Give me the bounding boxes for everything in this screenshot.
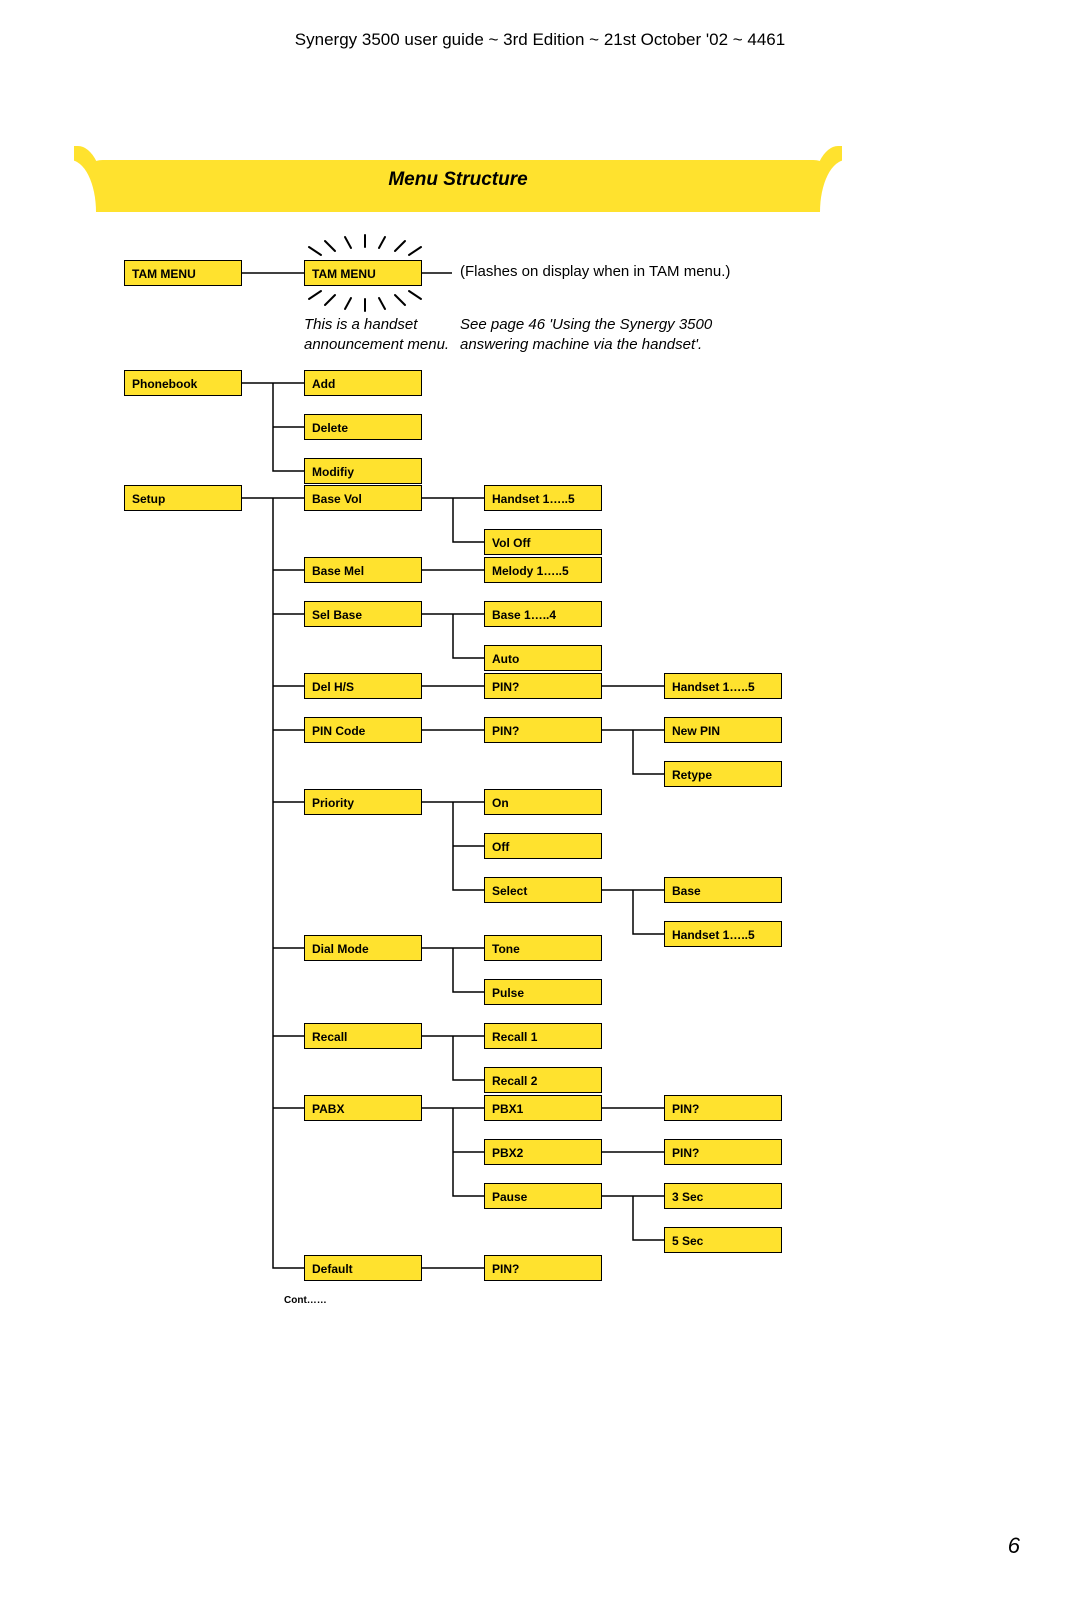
box-phonebook: Phonebook <box>124 370 242 396</box>
box-base-1-4: Base 1…..4 <box>484 601 602 627</box>
box-pin-3: PIN? <box>664 1095 782 1121</box>
box-pabx: PABX <box>304 1095 422 1121</box>
box-on: On <box>484 789 602 815</box>
box-pulse: Pulse <box>484 979 602 1005</box>
page-header: Synergy 3500 user guide ~ 3rd Edition ~ … <box>0 30 1080 50</box>
box-retype: Retype <box>664 761 782 787</box>
box-pbx2: PBX2 <box>484 1139 602 1165</box>
box-pin-code: PIN Code <box>304 717 422 743</box>
box-priority: Priority <box>304 789 422 815</box>
box-modify: Modifiy <box>304 458 422 484</box>
box-tam-menu-2: TAM MENU <box>304 260 422 286</box>
box-base-mel: Base Mel <box>304 557 422 583</box>
box-recall-2: Recall 2 <box>484 1067 602 1093</box>
box-dial-mode: Dial Mode <box>304 935 422 961</box>
note-see-page: See page 46 'Using the Synergy 3500 answ… <box>460 315 780 356</box>
box-pin-2: PIN? <box>484 717 602 743</box>
note-handset-announcement: This is a handset announcement menu. <box>304 315 464 356</box>
box-recall-1: Recall 1 <box>484 1023 602 1049</box>
box-select: Select <box>484 877 602 903</box>
section-banner: Menu Structure <box>68 160 848 212</box>
box-vol-off: Vol Off <box>484 529 602 555</box>
box-pin-5: PIN? <box>484 1255 602 1281</box>
box-tone: Tone <box>484 935 602 961</box>
box-5-sec: 5 Sec <box>664 1227 782 1253</box>
box-handset-1-5-b: Handset 1…..5 <box>664 673 782 699</box>
box-3-sec: 3 Sec <box>664 1183 782 1209</box>
box-add: Add <box>304 370 422 396</box>
box-pause: Pause <box>484 1183 602 1209</box>
box-setup: Setup <box>124 485 242 511</box>
box-recall: Recall <box>304 1023 422 1049</box>
box-default: Default <box>304 1255 422 1281</box>
box-melody: Melody 1…..5 <box>484 557 602 583</box>
box-delete: Delete <box>304 414 422 440</box>
box-del-hs: Del H/S <box>304 673 422 699</box>
note-flash: (Flashes on display when in TAM menu.) <box>460 262 790 282</box>
box-new-pin: New PIN <box>664 717 782 743</box>
box-auto: Auto <box>484 645 602 671</box>
box-pin-1: PIN? <box>484 673 602 699</box>
box-sel-base: Sel Base <box>304 601 422 627</box>
box-handset-1-5-a: Handset 1…..5 <box>484 485 602 511</box>
cont-label: Cont…… <box>284 1295 327 1306</box>
box-pin-4: PIN? <box>664 1139 782 1165</box>
box-tam-menu-1: TAM MENU <box>124 260 242 286</box>
box-base: Base <box>664 877 782 903</box>
page-number: 6 <box>1008 1533 1020 1559</box>
box-off: Off <box>484 833 602 859</box>
box-base-vol: Base Vol <box>304 485 422 511</box>
box-pbx1: PBX1 <box>484 1095 602 1121</box>
box-handset-1-5-c: Handset 1…..5 <box>664 921 782 947</box>
